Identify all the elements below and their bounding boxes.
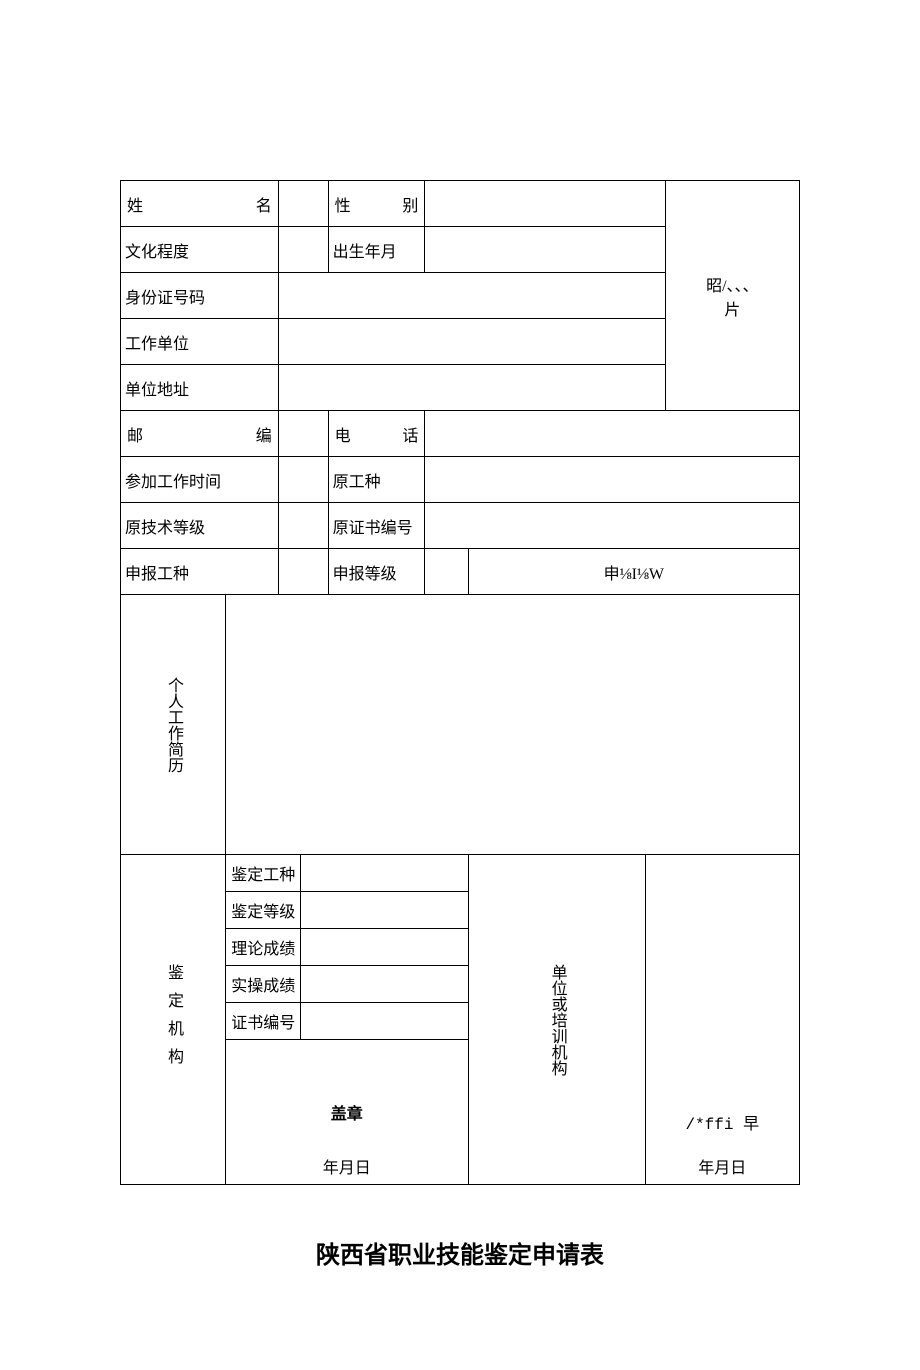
date-text: 年月日 (230, 1154, 464, 1178)
photo-label-2: 片 (670, 296, 795, 320)
form-table: 姓 名 性 别 昭/、、、 片 文化程度 出生年月 身份证号码 工作单位 单位地… (120, 180, 800, 1185)
label-birth: 出生年月 (328, 227, 425, 273)
label-startwork: 参加工作时间 (121, 457, 279, 503)
photo-area: 昭/、、、 片 (665, 181, 799, 411)
field-scoretheory[interactable] (301, 929, 468, 966)
field-startwork[interactable] (278, 457, 328, 503)
label-jdlevel: 鉴定等级 (226, 892, 301, 929)
org-seal-area: 盖章 年月日 (226, 1040, 469, 1185)
seal2-text: /*ffi 早 (650, 1110, 795, 1134)
field-education[interactable] (278, 227, 328, 273)
photo-label-1: 昭/、、、 (670, 272, 795, 296)
label-origcertno: 原证书编号 (328, 503, 425, 549)
label-postcode: 邮 编 (121, 411, 279, 457)
label-applyjob: 申报工种 (121, 549, 279, 595)
label-scorepractice: 实操成绩 (226, 966, 301, 1003)
unit-seal-area: /*ffi 早 年月日 (645, 855, 799, 1185)
field-name[interactable] (278, 181, 328, 227)
field-jdlevel[interactable] (301, 892, 468, 929)
label-gender: 性 别 (328, 181, 425, 227)
field-applylevel[interactable] (425, 549, 468, 595)
label-unitaddress: 单位地址 (121, 365, 279, 411)
label-applylevel: 申报等级 (328, 549, 425, 595)
field-origlevel[interactable] (278, 503, 328, 549)
label-origlevel: 原技术等级 (121, 503, 279, 549)
label-origjob: 原工种 (328, 457, 425, 503)
field-origjob[interactable] (425, 457, 800, 503)
field-workunit[interactable] (278, 319, 665, 365)
label-workunit: 工作单位 (121, 319, 279, 365)
field-postcode[interactable] (278, 411, 328, 457)
seal-text: 盖章 (230, 1100, 464, 1124)
label-name: 姓 名 (121, 181, 279, 227)
field-idnumber[interactable] (278, 273, 665, 319)
field-unitaddress[interactable] (278, 365, 665, 411)
field-gender[interactable] (425, 181, 665, 227)
field-birth[interactable] (425, 227, 665, 273)
label-resume: 个人工作简历 (121, 595, 226, 855)
label-education: 文化程度 (121, 227, 279, 273)
label-applycategory: 申⅛I⅛W (468, 549, 799, 595)
field-jdjob[interactable] (301, 855, 468, 892)
field-certno[interactable] (301, 1003, 468, 1040)
date2-text: 年月日 (650, 1154, 795, 1178)
label-jdjob: 鉴定工种 (226, 855, 301, 892)
label-org: 鉴定机构 (121, 855, 226, 1185)
field-scorepractice[interactable] (301, 966, 468, 1003)
label-idnumber: 身份证号码 (121, 273, 279, 319)
label-scoretheory: 理论成绩 (226, 929, 301, 966)
field-phone[interactable] (425, 411, 800, 457)
field-applyjob[interactable] (278, 549, 328, 595)
field-resume[interactable] (226, 595, 800, 855)
label-certno: 证书编号 (226, 1003, 301, 1040)
page-title: 陕西省职业技能鉴定申请表 (120, 1235, 800, 1270)
label-phone: 电 话 (328, 411, 425, 457)
label-unit-or-training: 单位或培训机构 (468, 855, 645, 1185)
field-origcertno[interactable] (425, 503, 800, 549)
